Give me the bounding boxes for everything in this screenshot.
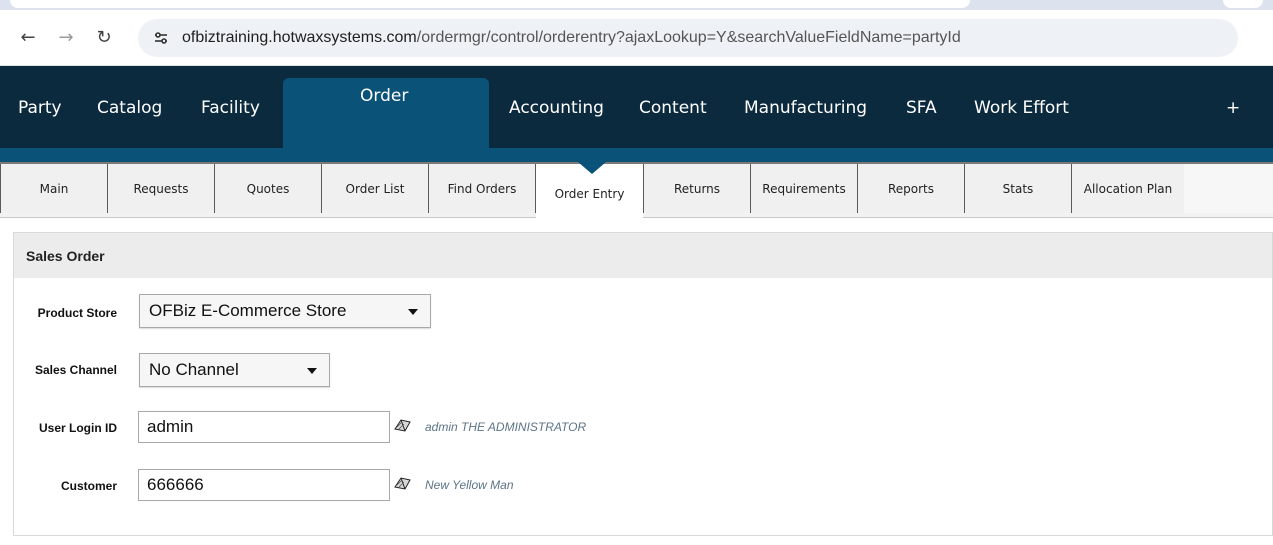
sales-channel-select[interactable]: No Channel xyxy=(139,353,330,387)
tab-label: Find Orders xyxy=(447,181,517,196)
nav-item-party[interactable]: Party xyxy=(18,98,62,118)
nav-item-manufacturing[interactable]: Manufacturing xyxy=(744,98,867,118)
tab-allocation-plan[interactable]: Allocation Plan xyxy=(1071,164,1185,213)
tab-returns[interactable]: Returns xyxy=(643,164,751,213)
product-store-value: OFBiz E-Commerce Store xyxy=(149,301,347,320)
chevron-down-icon xyxy=(307,368,317,374)
browser-toolbar: ← → ↻ ofbiztraining.hotwaxsystems.com/or… xyxy=(0,10,1273,66)
browser-tab-right[interactable] xyxy=(1223,0,1263,8)
tab-label: Main xyxy=(39,181,69,196)
arrow-left-icon: ← xyxy=(20,27,36,48)
arrow-right-icon: → xyxy=(58,27,74,48)
nav-more-button[interactable]: + xyxy=(1226,98,1240,118)
sales-channel-label: Sales Channel xyxy=(34,363,117,377)
nav-item-sfa[interactable]: SFA xyxy=(906,98,937,118)
tab-label: Stats xyxy=(1002,181,1034,196)
address-bar[interactable]: ofbiztraining.hotwaxsystems.com/ordermgr… xyxy=(138,18,1238,57)
tab-label: Allocation Plan xyxy=(1083,181,1173,196)
browser-tab-strip xyxy=(0,0,1273,10)
url-text[interactable]: ofbiztraining.hotwaxsystems.com/ordermgr… xyxy=(182,29,961,47)
tab-main[interactable]: Main xyxy=(0,164,108,213)
product-store-label: Product Store xyxy=(37,306,117,320)
customer-label: Customer xyxy=(60,479,117,493)
tab-find-orders[interactable]: Find Orders xyxy=(428,164,536,213)
product-store-select[interactable]: OFBiz E-Commerce Store xyxy=(139,294,431,328)
back-button[interactable]: ← xyxy=(14,24,42,52)
lookup-icon[interactable] xyxy=(393,475,413,491)
tab-order-list[interactable]: Order List xyxy=(321,164,429,213)
sales-order-panel: Sales Order Product Store OFBiz E-Commer… xyxy=(13,232,1273,536)
active-browser-tab[interactable] xyxy=(10,0,970,8)
lookup-icon[interactable] xyxy=(393,417,413,433)
forward-button[interactable]: → xyxy=(52,24,80,52)
tab-label: Order List xyxy=(345,181,405,196)
tab-label: Requirements xyxy=(762,181,846,196)
nav-item-content[interactable]: Content xyxy=(639,98,707,118)
top-nav-band xyxy=(0,148,1273,162)
nav-item-catalog[interactable]: Catalog xyxy=(97,98,162,118)
tab-stats[interactable]: Stats xyxy=(964,164,1072,213)
tab-label: Requests xyxy=(133,181,189,196)
app-top-nav: Party Catalog Facility Order Accounting … xyxy=(0,66,1273,162)
tab-quotes[interactable]: Quotes xyxy=(214,164,322,213)
tab-label: Reports xyxy=(887,181,935,196)
nav-item-facility[interactable]: Facility xyxy=(201,98,260,118)
customer-description: New Yellow Man xyxy=(425,478,514,492)
url-path: /ordermgr/control/orderentry?ajaxLookup=… xyxy=(416,28,961,46)
active-tab-pointer-icon xyxy=(578,162,606,174)
nav-item-work-effort[interactable]: Work Effort xyxy=(974,98,1069,118)
customer-input[interactable]: 666666 xyxy=(138,469,390,501)
sub-nav-filler xyxy=(1184,164,1273,213)
tune-icon xyxy=(155,31,167,44)
reload-button[interactable]: ↻ xyxy=(90,24,118,52)
tab-label: Returns xyxy=(673,181,721,196)
tab-requirements[interactable]: Requirements xyxy=(750,164,858,213)
tab-label: Quotes xyxy=(246,181,290,196)
panel-title: Sales Order xyxy=(14,233,1272,278)
tab-reports[interactable]: Reports xyxy=(857,164,965,213)
user-login-input[interactable]: admin xyxy=(138,411,390,443)
sales-channel-value: No Channel xyxy=(149,360,239,379)
order-sub-nav: Main Requests Quotes Order List Find Ord… xyxy=(0,162,1273,218)
site-info-button[interactable] xyxy=(148,25,174,51)
user-login-value: admin xyxy=(147,417,194,436)
tab-requests[interactable]: Requests xyxy=(107,164,215,213)
user-login-label: User Login ID xyxy=(38,421,117,435)
nav-item-order[interactable]: Order xyxy=(360,86,408,106)
tab-label: Order Entry xyxy=(554,187,625,201)
chevron-down-icon xyxy=(408,309,418,315)
nav-item-accounting[interactable]: Accounting xyxy=(509,98,604,118)
url-host: ofbiztraining.hotwaxsystems.com xyxy=(182,28,417,46)
user-login-description: admin THE ADMINISTRATOR xyxy=(425,420,587,434)
customer-value: 666666 xyxy=(147,475,204,494)
reload-icon: ↻ xyxy=(96,27,112,48)
